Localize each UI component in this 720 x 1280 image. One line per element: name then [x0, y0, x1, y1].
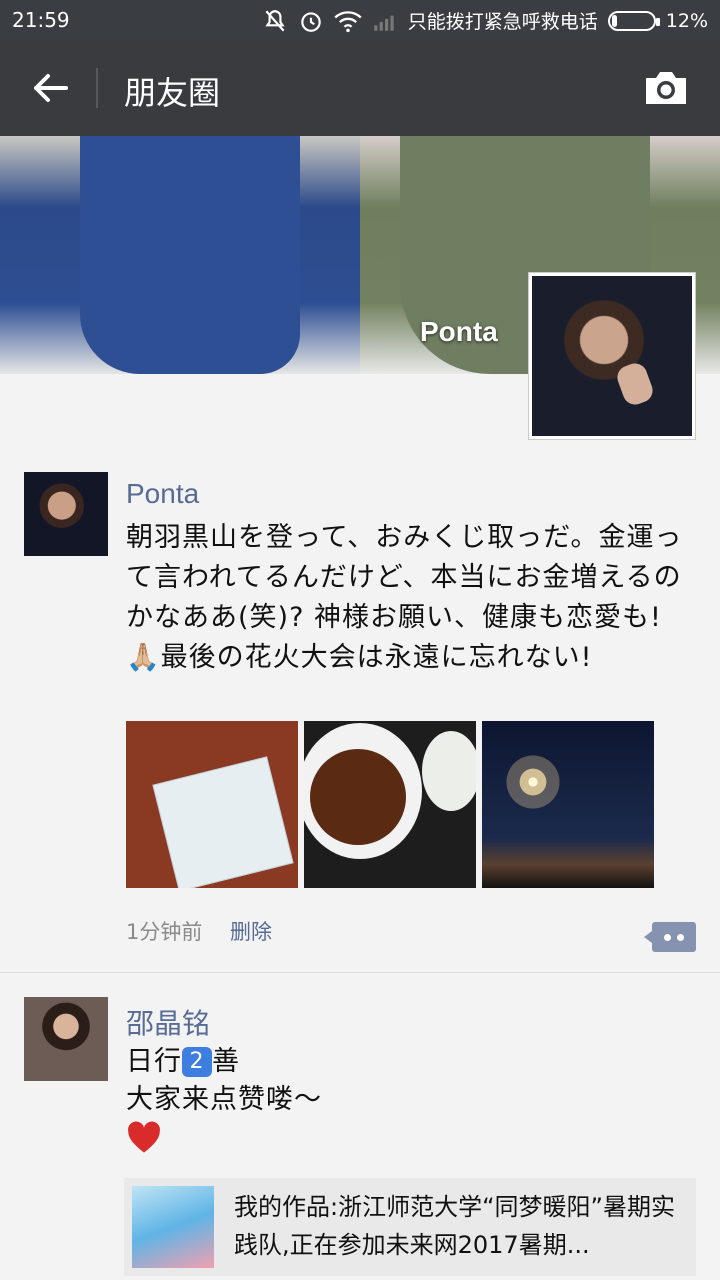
delete-link[interactable]: 删除	[230, 916, 272, 946]
carrier-text: 只能拨打紧急呼救电话	[407, 11, 598, 33]
link-title: 我的作品:浙江师范大学“同梦暖阳”暑期实践队,正在参加未来网2017暑期...	[234, 1193, 675, 1259]
profile-avatar[interactable]	[528, 272, 696, 440]
text-suffix: 善	[212, 1046, 240, 1077]
shared-link-card[interactable]: 我的作品:浙江师范大学“同梦暖阳”暑期实践队,正在参加未来网2017暑期...	[124, 1178, 696, 1276]
cover-username: Ponta	[420, 316, 498, 347]
alarm-icon	[301, 11, 321, 32]
post-text: 朝羽黒山を登って、おみくじ取っだ。金運って言われてるんだけど、本当にお金増えるの…	[126, 522, 683, 673]
header-divider	[96, 68, 98, 108]
photo-fireworks[interactable]	[482, 721, 654, 888]
battery-icon	[607, 10, 660, 31]
post-avatar[interactable]	[24, 997, 108, 1081]
signal-icon	[373, 15, 394, 31]
camera-button[interactable]	[642, 68, 690, 108]
link-thumbnail	[132, 1186, 214, 1268]
mute-icon	[265, 9, 285, 31]
camera-icon	[646, 72, 686, 104]
back-button[interactable]	[24, 62, 76, 114]
wifi-icon	[334, 10, 362, 32]
post-avatar[interactable]	[24, 472, 108, 556]
page-title: 朋友圈	[124, 74, 221, 112]
status-right: 只能拨打紧急呼救电话 12%	[262, 7, 708, 34]
post-text-line1: 日行 2 善	[126, 1042, 696, 1082]
comment-button[interactable]	[644, 922, 696, 952]
post-separator	[0, 972, 720, 973]
status-bar: 21:59 只能拨打紧急呼救电话 12%	[0, 0, 720, 40]
post-photos	[126, 721, 654, 888]
battery-percent: 12%	[665, 9, 708, 32]
post-text-line2: 大家来点赞喽～	[126, 1084, 322, 1115]
keycap-two-emoji: 2	[182, 1047, 212, 1077]
text-prefix: 日行	[126, 1046, 182, 1077]
post-time: 1分钟前	[126, 920, 203, 944]
photo-curry[interactable]	[304, 721, 476, 888]
heart-icon	[128, 1121, 160, 1153]
photo-omikuji[interactable]	[126, 721, 298, 888]
top-bar: 朋友圈	[0, 40, 720, 136]
post-author-name[interactable]: Ponta	[126, 478, 199, 510]
battery-fill	[611, 14, 617, 27]
status-time: 21:59	[12, 8, 70, 32]
cover-photo-left	[0, 136, 360, 374]
post-author-name[interactable]: 邵晶铭	[126, 1002, 210, 1042]
arrow-left-icon	[34, 74, 68, 102]
